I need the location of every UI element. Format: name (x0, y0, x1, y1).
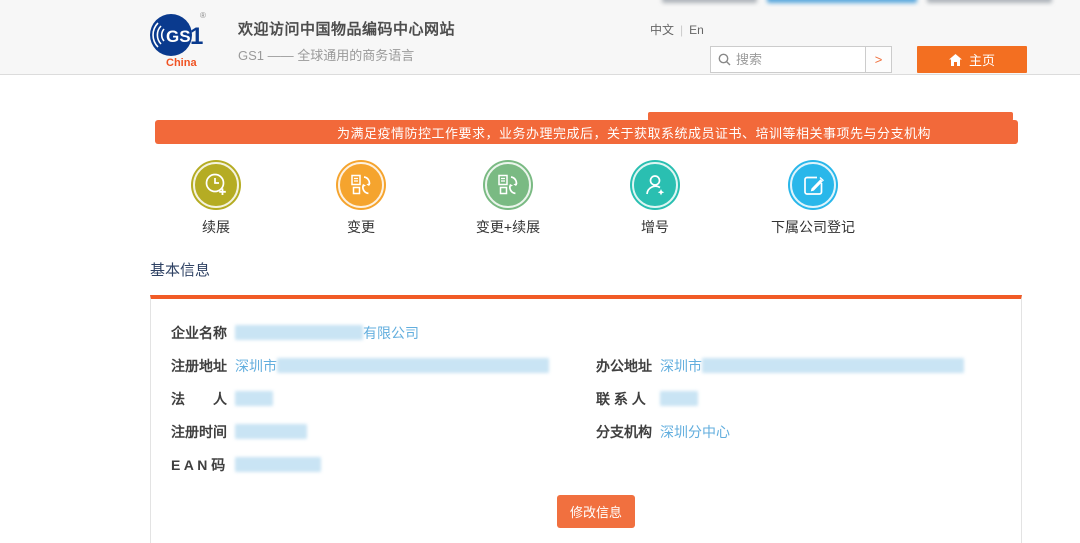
person-plus-icon (646, 175, 665, 196)
site-title: 欢迎访问中国物品编码中心网站 (238, 20, 456, 38)
service-subsidiary-registration[interactable]: 下属公司登记 (763, 160, 863, 237)
lang-en[interactable]: En (689, 23, 704, 37)
search-input[interactable] (736, 52, 851, 67)
site-header: GS 1 ® China 欢迎访问中国物品编码中心网站 GS1 —— 全球通用的… (0, 7, 1080, 75)
service-add-number[interactable]: 增号 (605, 160, 705, 237)
doc-refresh-icon (498, 174, 518, 195)
service-label: 变更 (347, 219, 375, 235)
service-label: 增号 (641, 219, 669, 235)
service-label: 变更+续展 (475, 219, 541, 235)
notice-banner-text: 为满足疫情防控工作要求，业务办理完成后，关于获取系统成员证书、培训等相关事项先与… (337, 125, 932, 141)
search-submit-button[interactable]: > (865, 47, 891, 72)
field-branch: 分支机构 深圳分中心 (596, 415, 1021, 448)
field-contact-person: 联 系 人 (596, 382, 1021, 415)
service-hotline-redacted (927, 0, 1052, 3)
notice-banner: 为满足疫情防控工作要求，业务办理完成后，关于获取系统成员证书、培训等相关事项先与… (155, 112, 1018, 144)
field-office-address: 办公地址 深圳市 (596, 349, 1021, 382)
redacted-value (702, 358, 964, 373)
service-renewal[interactable]: 续展 (166, 160, 266, 237)
redacted-value (235, 391, 273, 406)
registered-address-prefix: 深圳市 (235, 357, 277, 374)
search-icon (718, 53, 731, 66)
field-ean-code: E A N 码 (171, 448, 596, 481)
basic-info-title: 基本信息 (150, 262, 211, 279)
account-topbar (0, 0, 1080, 7)
account-links-redacted[interactable] (767, 0, 917, 3)
logo-china-label: China (166, 56, 197, 69)
clock-plus-icon (205, 173, 226, 195)
field-label: 注册地址 (171, 357, 227, 374)
redacted-value (235, 424, 307, 439)
service-label: 续展 (202, 219, 230, 235)
redacted-value (235, 325, 363, 340)
redacted-value (277, 358, 549, 373)
field-label: 联 系 人 (596, 390, 646, 407)
search-box: > (710, 46, 892, 73)
account-greeting-redacted (662, 0, 757, 3)
home-icon (948, 53, 962, 66)
lang-separator: | (680, 22, 684, 37)
basic-info-panel: 企业名称 有限公司 注册地址 深圳市 办公地址 深圳市 法 人 联 系 人 注册… (150, 295, 1022, 543)
field-registered-address: 注册地址 深圳市 (171, 349, 596, 382)
redacted-value (235, 457, 321, 472)
home-button-label: 主页 (968, 53, 995, 68)
edit-icon (803, 176, 824, 195)
field-registration-time: 注册时间 (171, 415, 596, 448)
svg-text:GS: GS (166, 27, 191, 46)
registered-mark: ® (200, 10, 206, 20)
field-label: 企业名称 (171, 324, 227, 341)
notice-banner-bar: 为满足疫情防控工作要求，业务办理完成后，关于获取系统成员证书、培训等相关事项先与… (155, 120, 1018, 144)
doc-refresh-icon (351, 174, 371, 195)
language-switcher: 中文 | En (650, 21, 1050, 38)
office-address-prefix: 深圳市 (660, 357, 702, 374)
service-shortcuts: 续展 变更 变更+续展 增号 下属公司登记 (150, 160, 1080, 237)
home-button[interactable]: 主页 (917, 46, 1027, 73)
redacted-value (660, 391, 698, 406)
lang-zh[interactable]: 中文 (650, 21, 674, 38)
company-name-suffix: 有限公司 (363, 324, 419, 341)
field-spacer (596, 448, 1021, 481)
modify-info-button[interactable]: 修改信息 (556, 495, 635, 528)
svg-text:1: 1 (190, 23, 203, 50)
field-label: 办公地址 (596, 357, 652, 374)
field-label: E A N 码 (171, 456, 226, 473)
field-label: 法 人 (171, 390, 227, 407)
field-label: 注册时间 (171, 423, 227, 440)
service-change-renewal[interactable]: 变更+续展 (458, 160, 558, 237)
field-company-name: 企业名称 有限公司 (171, 316, 1021, 349)
gs1-logo[interactable]: GS 1 ® China (148, 10, 212, 69)
field-legal-person: 法 人 (171, 382, 596, 415)
service-change[interactable]: 变更 (311, 160, 411, 237)
site-subtitle: GS1 —— 全球通用的商务语言 (238, 47, 415, 63)
service-label: 下属公司登记 (771, 219, 855, 235)
field-label: 分支机构 (596, 423, 652, 440)
branch-value: 深圳分中心 (660, 423, 730, 440)
